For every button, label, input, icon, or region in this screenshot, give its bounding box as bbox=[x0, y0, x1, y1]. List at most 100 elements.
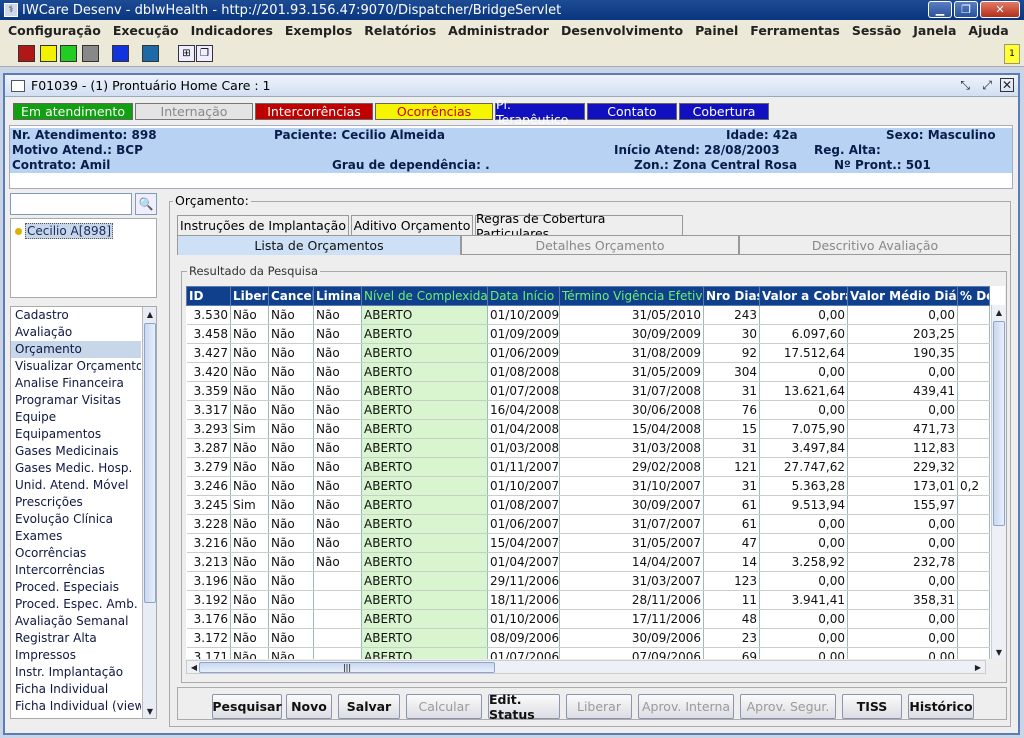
column-header-liminar[interactable]: Liminar bbox=[313, 286, 362, 306]
side-menu-item-registrar-alta[interactable]: Registrar Alta bbox=[11, 630, 141, 647]
status-button-cobertura[interactable]: Cobertura bbox=[679, 103, 769, 120]
historico-button[interactable]: Histórico bbox=[908, 694, 974, 719]
status-button-contato[interactable]: Contato bbox=[587, 103, 677, 120]
pesquisar-button[interactable]: Pesquisar bbox=[212, 694, 282, 719]
table-row[interactable]: 3.176 Não Não ABERTO 01/10/2006 17/11/2006 48 0… bbox=[186, 609, 990, 629]
novo-button[interactable]: Novo bbox=[286, 694, 332, 719]
side-menu-item-programar-visitas[interactable]: Programar Visitas bbox=[11, 392, 141, 409]
table-row[interactable]: 3.287 Não Não Não ABERTO 01/03/2008 31/03/2008… bbox=[186, 438, 990, 458]
side-menu-item-avaliacao-semanal[interactable]: Avaliação Semanal bbox=[11, 613, 141, 630]
side-menu-scrollbar[interactable]: ▲ ▼ bbox=[142, 307, 156, 718]
menu-janela[interactable]: Janela bbox=[907, 23, 962, 38]
table-row[interactable]: 3.192 Não Não ABERTO 18/11/2006 28/11/2006 11 3… bbox=[186, 590, 990, 610]
menu-relatorios[interactable]: Relatórios bbox=[358, 23, 442, 38]
table-row[interactable]: 3.171 Não Não ABERTO 01/07/2006 07/09/2006 69 0… bbox=[186, 647, 990, 659]
color-square-5[interactable] bbox=[112, 45, 129, 62]
status-button-pl-terapeutico[interactable]: Pl. Terapêutico bbox=[495, 97, 585, 127]
column-header-nro-dias[interactable]: Nro Dias bbox=[703, 286, 760, 306]
status-button-intercorrencias[interactable]: Intercorrências bbox=[255, 103, 373, 120]
minimize-button[interactable]: ▁ bbox=[928, 1, 952, 18]
menu-configuracao[interactable]: Configuração bbox=[2, 23, 107, 38]
color-square-1[interactable] bbox=[18, 45, 35, 62]
tab-regras-de-cobertura-particulares[interactable]: Regras de Cobertura Particulares bbox=[475, 211, 683, 241]
menu-exemplos[interactable]: Exemplos bbox=[279, 23, 358, 38]
patient-search-input[interactable] bbox=[10, 193, 132, 215]
aprov-interna-button[interactable]: Aprov. Interna bbox=[638, 694, 734, 719]
cascade-windows-icon[interactable]: ❐ bbox=[196, 45, 213, 62]
tree-view-icon[interactable]: ⊞ bbox=[178, 45, 195, 62]
scroll-down-icon[interactable]: ▼ bbox=[143, 704, 156, 718]
table-row[interactable]: 3.228 Não Não Não ABERTO 01/06/2007 31/07/2007… bbox=[186, 514, 990, 534]
column-header-data-inicio[interactable]: Data Início bbox=[487, 286, 560, 306]
column-header-valor-a-cobrar[interactable]: Valor a Cobrar bbox=[759, 286, 848, 306]
side-menu-item-gases-medic-hosp[interactable]: Gases Medic. Hosp. bbox=[11, 460, 141, 477]
tiss-button[interactable]: TISS bbox=[842, 694, 902, 719]
side-menu-item-exames[interactable]: Exames bbox=[11, 528, 141, 545]
table-row[interactable]: 3.293 Sim Não Não ABERTO 01/04/2008 15/04/2008… bbox=[186, 419, 990, 439]
column-header-de[interactable]: % De bbox=[957, 286, 990, 306]
side-menu-item-cadastro[interactable]: Cadastro bbox=[11, 307, 141, 324]
side-menu-item-analise-financeira[interactable]: Analise Financeira bbox=[11, 375, 141, 392]
column-header-valor-medio-diaria[interactable]: Valor Médio Diária bbox=[847, 286, 958, 306]
table-row[interactable]: 3.172 Não Não ABERTO 08/09/2006 30/09/2006 23 0… bbox=[186, 628, 990, 648]
status-button-em-atendimento[interactable]: Em atendimento bbox=[13, 103, 133, 120]
side-menu-item-visualizar-orcamento[interactable]: Visualizar Orçamento bbox=[11, 358, 141, 375]
table-horizontal-scroll-thumb[interactable]: ||| bbox=[199, 662, 495, 673]
table-row[interactable]: 3.216 Não Não Não ABERTO 15/04/2007 31/05/2007… bbox=[186, 533, 990, 553]
side-menu-item-proced-especiais[interactable]: Proced. Especiais bbox=[11, 579, 141, 596]
side-menu-item-ficha-individual[interactable]: Ficha Individual bbox=[11, 681, 141, 698]
side-menu-item-impressos[interactable]: Impressos bbox=[11, 647, 141, 664]
frame-maximize-icon[interactable]: ⤢ bbox=[982, 78, 992, 93]
table-scroll-right-icon[interactable]: ▶ bbox=[971, 661, 985, 673]
calcular-button[interactable]: Calcular bbox=[406, 694, 482, 719]
table-row[interactable]: 3.530 Não Não Não ABERTO 01/10/2009 31/05/2010… bbox=[186, 305, 990, 325]
side-menu-item-orcamento[interactable]: Orçamento bbox=[11, 341, 141, 358]
side-menu-item-unid-atend-movel[interactable]: Unid. Atend. Móvel bbox=[11, 477, 141, 494]
edit-status-button[interactable]: Edit. Status bbox=[488, 692, 560, 722]
side-menu-item-equipamentos[interactable]: Equipamentos bbox=[11, 426, 141, 443]
status-button-ocorrencias[interactable]: Ocorrências bbox=[375, 103, 493, 120]
column-header-libera[interactable]: Libera bbox=[230, 286, 269, 306]
table-row[interactable]: 3.213 Não Não Não ABERTO 01/04/2007 14/04/2007… bbox=[186, 552, 990, 572]
aprov-segur-button[interactable]: Aprov. Segur. bbox=[740, 694, 836, 719]
menu-painel[interactable]: Painel bbox=[689, 23, 744, 38]
search-icon[interactable]: 🔍 bbox=[135, 193, 157, 215]
notification-badge[interactable]: 1 bbox=[1004, 44, 1020, 64]
scroll-up-icon[interactable]: ▲ bbox=[143, 307, 156, 321]
side-menu-item-equipe[interactable]: Equipe bbox=[11, 409, 141, 426]
close-button[interactable]: ✕ bbox=[980, 1, 1020, 18]
table-vertical-scroll-thumb[interactable] bbox=[993, 321, 1005, 526]
frame-minimize-icon[interactable]: ⤡ bbox=[960, 78, 970, 93]
menu-ajuda[interactable]: Ajuda bbox=[962, 23, 1014, 38]
table-row[interactable]: 3.246 Não Não Não ABERTO 01/10/2007 31/10/2007… bbox=[186, 476, 990, 496]
tab-descritivo-avaliacao[interactable]: Descritivo Avaliação bbox=[739, 235, 1011, 255]
tab-detalhes-orcamento[interactable]: Detalhes Orçamento bbox=[461, 235, 739, 255]
table-horizontal-scrollbar[interactable]: ◀ ||| ▶ bbox=[186, 660, 986, 674]
table-row[interactable]: 3.196 Não Não ABERTO 29/11/2006 31/03/2007 123… bbox=[186, 571, 990, 591]
side-menu-item-instr-implantacao[interactable]: Instr. Implantação bbox=[11, 664, 141, 681]
tab-lista-de-orcamentos[interactable]: Lista de Orçamentos bbox=[177, 235, 461, 255]
side-menu-scroll-thumb[interactable] bbox=[144, 323, 156, 603]
color-square-3[interactable] bbox=[60, 45, 77, 62]
color-square-2[interactable] bbox=[40, 45, 57, 62]
side-menu-item-intercorrencias[interactable]: Intercorrências bbox=[11, 562, 141, 579]
side-menu-item-evolucao-clinica[interactable]: Evolução Clínica bbox=[11, 511, 141, 528]
side-menu-item-proced-espec-amb[interactable]: Proced. Espec. Amb. bbox=[11, 596, 141, 613]
menu-administrador[interactable]: Administrador bbox=[442, 23, 555, 38]
table-row[interactable]: 3.458 Não Não Não ABERTO 01/09/2009 30/09/2009… bbox=[186, 324, 990, 344]
side-menu-item-prescricoes[interactable]: Prescrições bbox=[11, 494, 141, 511]
column-header-termino-vigencia-efetivo[interactable]: Término Vigência Efetivo bbox=[559, 286, 704, 306]
color-square-6[interactable] bbox=[142, 45, 159, 62]
color-square-4[interactable] bbox=[82, 45, 99, 62]
side-menu-item-gases-medicinais[interactable]: Gases Medicinais bbox=[11, 443, 141, 460]
side-menu-item-avaliacao[interactable]: Avaliação bbox=[11, 324, 141, 341]
menu-ferramentas[interactable]: Ferramentas bbox=[744, 23, 846, 38]
restore-button[interactable]: ❐ bbox=[954, 1, 978, 18]
side-menu-item-ficha-individual-viewer[interactable]: Ficha Individual (viewer bbox=[11, 698, 141, 715]
menu-execucao[interactable]: Execução bbox=[107, 23, 185, 38]
salvar-button[interactable]: Salvar bbox=[338, 694, 400, 719]
menu-desenvolvimento[interactable]: Desenvolvimento bbox=[555, 23, 689, 38]
tab-aditivo-orcamento[interactable]: Aditivo Orçamento bbox=[351, 215, 473, 235]
table-row[interactable]: 3.245 Sim Não Não ABERTO 01/08/2007 30/09/2007… bbox=[186, 495, 990, 515]
column-header-id[interactable]: ID bbox=[186, 286, 231, 306]
